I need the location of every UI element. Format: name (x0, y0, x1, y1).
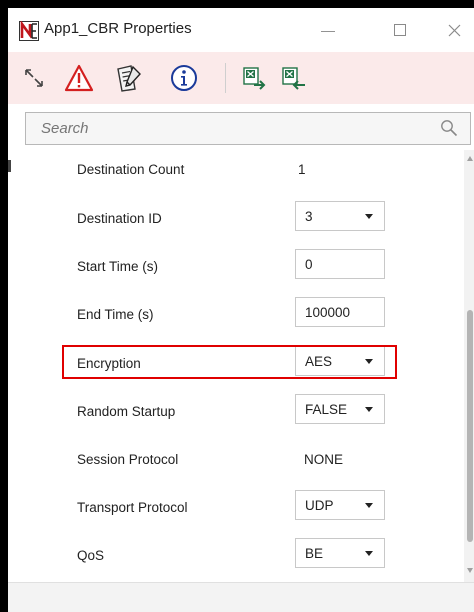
property-value: NONE (304, 452, 344, 467)
warning-icon (64, 64, 94, 92)
property-value: 1 (298, 162, 306, 177)
edit-document-icon (117, 65, 141, 92)
close-icon (448, 24, 460, 36)
property-grid: Destination Count 1 Destination ID 3 Sta… (8, 148, 474, 582)
qos-dropdown[interactable]: BE (295, 538, 385, 568)
excel-import-icon (282, 67, 305, 90)
property-row-destination-count: Destination Count 1 (8, 148, 468, 195)
edit-button[interactable] (110, 60, 146, 96)
chevron-down-icon (365, 503, 373, 508)
transport-protocol-dropdown[interactable]: UDP (295, 490, 385, 520)
scroll-up-icon[interactable] (467, 156, 473, 161)
minimize-icon: — (321, 22, 335, 38)
property-label: Random Startup (77, 404, 176, 419)
destination-id-dropdown[interactable]: 3 (295, 201, 385, 231)
maximize-icon (394, 24, 406, 36)
chevron-down-icon (365, 407, 373, 412)
property-label: QoS (77, 548, 105, 563)
toolbar-separator (225, 63, 226, 93)
minimize-button[interactable]: — (308, 16, 348, 44)
property-row-end-time: End Time (s) 100000 (8, 293, 468, 340)
property-label: Destination ID (77, 211, 162, 226)
export-excel-button[interactable] (237, 60, 273, 96)
toolbar (8, 52, 474, 104)
search-input[interactable] (26, 113, 431, 144)
scroll-down-icon[interactable] (467, 568, 473, 573)
chevron-down-icon (365, 551, 373, 556)
property-row-random-startup: Random Startup FALSE (8, 390, 468, 437)
import-excel-button[interactable] (276, 60, 312, 96)
expand-button[interactable] (16, 60, 52, 96)
expand-arrows-icon (25, 69, 43, 87)
search-bar (25, 112, 471, 145)
property-label: Start Time (s) (77, 259, 159, 274)
property-row-session-protocol: Session Protocol NONE (8, 438, 468, 485)
property-row-start-time: Start Time (s) 0 (8, 245, 468, 292)
chevron-down-icon (365, 359, 373, 364)
title-bar: App1_CBR Properties — (8, 8, 474, 52)
end-time-input[interactable]: 100000 (295, 297, 385, 327)
input-value: 0 (305, 257, 313, 272)
property-label: Destination Count (77, 162, 185, 177)
property-row-encryption: Encryption AES (8, 342, 468, 389)
excel-export-icon (243, 67, 266, 90)
property-row-transport-protocol: Transport Protocol UDP (8, 486, 468, 533)
dropdown-value: AES (305, 354, 333, 369)
dropdown-value: BE (305, 546, 324, 561)
input-value: 100000 (305, 305, 351, 320)
property-label: Transport Protocol (77, 500, 188, 515)
property-row-qos: QoS BE (8, 534, 468, 581)
property-label: Session Protocol (77, 452, 179, 467)
encryption-dropdown[interactable]: AES (295, 346, 385, 376)
close-button[interactable] (434, 16, 474, 44)
random-startup-dropdown[interactable]: FALSE (295, 394, 385, 424)
dropdown-value: UDP (305, 498, 334, 513)
app-logo-icon (19, 20, 39, 41)
maximize-button[interactable] (380, 16, 420, 44)
start-time-input[interactable]: 0 (295, 249, 385, 279)
warning-button[interactable] (61, 60, 97, 96)
property-label: End Time (s) (77, 307, 154, 322)
scrollbar-thumb[interactable] (467, 310, 473, 542)
property-label: Encryption (77, 356, 141, 371)
info-icon (171, 65, 197, 91)
dropdown-value: FALSE (305, 402, 348, 417)
search-icon[interactable] (440, 119, 458, 137)
property-row-destination-id: Destination ID 3 (8, 197, 468, 244)
window-title: App1_CBR Properties (44, 20, 192, 37)
info-button[interactable] (166, 60, 202, 96)
dropdown-value: 3 (305, 209, 313, 224)
properties-window: App1_CBR Properties — Search Destination… (8, 8, 474, 612)
panel-footer (8, 582, 474, 612)
chevron-down-icon (365, 214, 373, 219)
